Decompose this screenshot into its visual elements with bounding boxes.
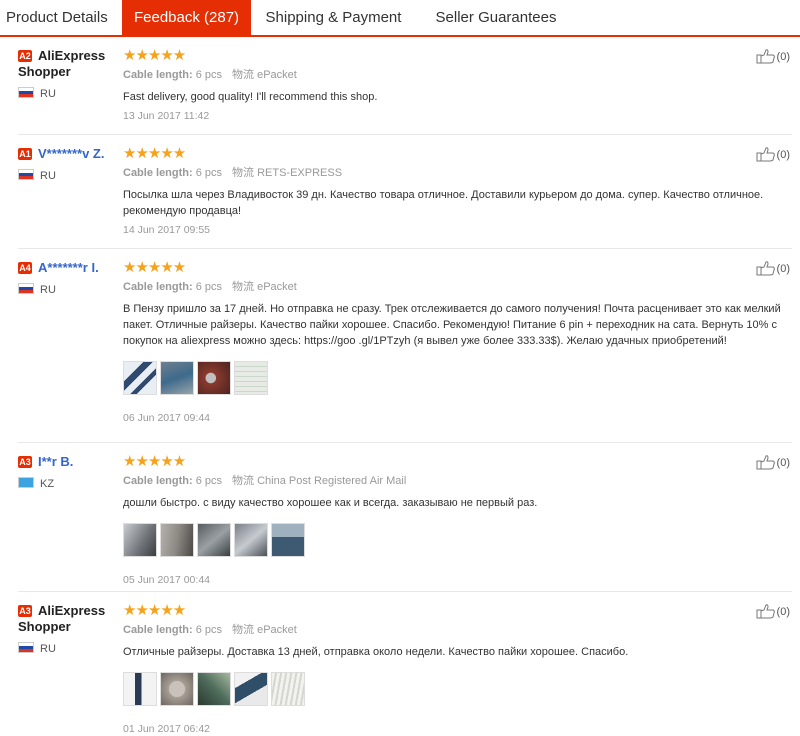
tab-bar: Product Details Feedback (287) Shipping … bbox=[0, 0, 800, 37]
review-photo-thumbnail[interactable] bbox=[160, 672, 194, 706]
order-info: Cable length: 6 pcs 物流 ePacket bbox=[123, 69, 297, 81]
buyer-name-link[interactable]: A*******r I. bbox=[38, 260, 99, 275]
flag-icon bbox=[18, 477, 34, 488]
buyer-info: A1 V*******v Z. bbox=[18, 146, 118, 162]
tab-shipping-payment[interactable]: Shipping & Payment bbox=[251, 0, 416, 35]
thumbs-up-icon bbox=[756, 604, 775, 619]
thumbs-up-icon bbox=[756, 261, 775, 276]
helpful-button[interactable]: (0) bbox=[756, 454, 790, 470]
review-text: Посылка шла через Владивосток 39 дн. Кач… bbox=[123, 189, 764, 217]
review-text: дошли быстро. с виду качество хорошее ка… bbox=[123, 497, 538, 509]
buyer-level-badge: A1 bbox=[18, 148, 32, 160]
review-content: ★★★★★ Cable length: 6 pcs 物流 ePacket В Пе… bbox=[123, 260, 783, 425]
review-date: 01 Jun 2017 06:42 bbox=[123, 723, 210, 735]
buyer-country: RU bbox=[18, 169, 56, 182]
review-photo-thumbnail[interactable] bbox=[160, 361, 194, 395]
review-photos bbox=[123, 672, 783, 708]
divider bbox=[18, 591, 792, 592]
buyer-info: A2 AliExpress Shopper bbox=[18, 48, 118, 80]
review-photo-thumbnail[interactable] bbox=[197, 361, 231, 395]
star-rating: ★★★★★ bbox=[123, 453, 186, 470]
flag-icon bbox=[18, 87, 34, 98]
buyer-name-link[interactable]: V*******v Z. bbox=[38, 146, 104, 161]
divider bbox=[18, 248, 792, 249]
review-photo-thumbnail[interactable] bbox=[271, 523, 305, 557]
review-content: ★★★★★ Cable length: 6 pcs 物流 China Post R… bbox=[123, 454, 783, 587]
buyer-level-badge: A4 bbox=[18, 262, 32, 274]
review-content: ★★★★★ Cable length: 6 pcs 物流 RETS-EXPRESS… bbox=[123, 146, 783, 237]
buyer-name: AliExpress bbox=[38, 48, 106, 63]
buyer-name: AliExpress bbox=[38, 603, 106, 618]
review-photo-thumbnail[interactable] bbox=[197, 672, 231, 706]
review-content: ★★★★★ Cable length: 6 pcs 物流 ePacket Fast… bbox=[123, 48, 783, 123]
buyer-country: RU bbox=[18, 87, 56, 100]
review-text: В Пензу пришло за 17 дней. Но отправка н… bbox=[123, 303, 781, 347]
review-photo-thumbnail[interactable] bbox=[271, 672, 305, 706]
review-date: 06 Jun 2017 09:44 bbox=[123, 412, 210, 424]
buyer-name-link[interactable]: I**r B. bbox=[38, 454, 73, 469]
flag-icon bbox=[18, 283, 34, 294]
tab-seller-guarantees[interactable]: Seller Guarantees bbox=[416, 0, 576, 35]
review-content: ★★★★★ Cable length: 6 pcs 物流 ePacket Отли… bbox=[123, 603, 783, 736]
helpful-button[interactable]: (0) bbox=[756, 48, 790, 64]
helpful-button[interactable]: (0) bbox=[756, 260, 790, 276]
star-rating: ★★★★★ bbox=[123, 259, 186, 276]
buyer-name-line2: Shopper bbox=[18, 619, 71, 634]
buyer-level-badge: A3 bbox=[18, 605, 32, 617]
divider bbox=[18, 442, 792, 443]
review-photo-thumbnail[interactable] bbox=[123, 672, 157, 706]
buyer-level-badge: A3 bbox=[18, 456, 32, 468]
thumbs-up-icon bbox=[756, 49, 775, 64]
thumbs-up-icon bbox=[756, 455, 775, 470]
buyer-country: RU bbox=[18, 283, 56, 296]
review-text: Fast delivery, good quality! I'll recomm… bbox=[123, 91, 378, 103]
star-rating: ★★★★★ bbox=[123, 47, 186, 64]
tab-feedback[interactable]: Feedback (287) bbox=[122, 0, 251, 35]
buyer-name-line2: Shopper bbox=[18, 64, 71, 79]
review-photo-thumbnail[interactable] bbox=[123, 523, 157, 557]
order-info: Cable length: 6 pcs 物流 ePacket bbox=[123, 281, 297, 293]
thumbs-up-icon bbox=[756, 147, 775, 162]
review-photo-thumbnail[interactable] bbox=[234, 361, 268, 395]
order-info: Cable length: 6 pcs 物流 ePacket bbox=[123, 624, 297, 636]
review-photo-thumbnail[interactable] bbox=[234, 672, 268, 706]
flag-icon bbox=[18, 642, 34, 653]
divider bbox=[18, 134, 792, 135]
review-photos bbox=[123, 523, 783, 559]
tab-product-details[interactable]: Product Details bbox=[0, 0, 122, 35]
flag-icon bbox=[18, 169, 34, 180]
buyer-country: KZ bbox=[18, 477, 54, 490]
star-rating: ★★★★★ bbox=[123, 145, 186, 162]
review-date: 14 Jun 2017 09:55 bbox=[123, 224, 210, 236]
buyer-info: A3 I**r B. bbox=[18, 454, 118, 470]
review-photo-thumbnail[interactable] bbox=[197, 523, 231, 557]
review-photo-thumbnail[interactable] bbox=[160, 523, 194, 557]
buyer-info: A3 AliExpress Shopper bbox=[18, 603, 118, 635]
order-info: Cable length: 6 pcs 物流 China Post Registe… bbox=[123, 475, 407, 487]
buyer-info: A4 A*******r I. bbox=[18, 260, 118, 276]
review-photo-thumbnail[interactable] bbox=[123, 361, 157, 395]
helpful-button[interactable]: (0) bbox=[756, 603, 790, 619]
buyer-level-badge: A2 bbox=[18, 50, 32, 62]
review-text: Отличные райзеры. Доставка 13 дней, отпр… bbox=[123, 646, 629, 658]
buyer-country: RU bbox=[18, 642, 56, 655]
star-rating: ★★★★★ bbox=[123, 602, 186, 619]
review-photo-thumbnail[interactable] bbox=[234, 523, 268, 557]
review-date: 13 Jun 2017 11:42 bbox=[123, 110, 210, 122]
review-photos bbox=[123, 361, 783, 397]
review-date: 05 Jun 2017 00:44 bbox=[123, 574, 210, 586]
helpful-button[interactable]: (0) bbox=[756, 146, 790, 162]
order-info: Cable length: 6 pcs 物流 RETS-EXPRESS bbox=[123, 167, 343, 179]
